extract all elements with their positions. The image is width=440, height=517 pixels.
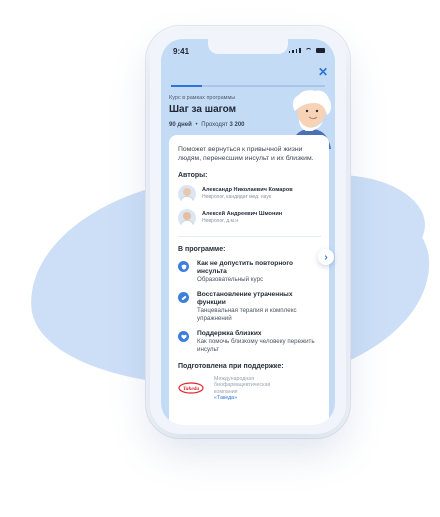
signal-bar <box>295 49 298 53</box>
program-item-title: Как не допустить повторного инсульта <box>197 260 294 275</box>
course-subtitle: Курс в рамках программы <box>169 95 236 101</box>
sponsor-text-wrap: Международная биофармацевтическая компан… <box>214 376 272 402</box>
author-role: Невролог, д.м.н <box>202 218 239 224</box>
program-item-text: Как не допустить повторного инсульта Обр… <box>197 260 321 284</box>
next-arrow-button[interactable]: › <box>318 249 334 265</box>
sponsor-block: Takeda Международная биофармацевтическая… <box>178 376 321 402</box>
author-text: Алексей Андреевич Шмонин Невролог, д.м.н <box>202 211 282 225</box>
course-title: Шаг за шагом <box>169 104 237 115</box>
program-item[interactable]: Поддержка близких Как помочь близкому че… <box>178 330 321 354</box>
signal-icon <box>288 51 291 53</box>
takeda-logo: Takeda <box>178 382 204 394</box>
program-item-subtitle: Танцевальная терапия и комплекс упражнен… <box>197 307 297 322</box>
program-item-text: Восстановление утраченных функции Танцев… <box>197 291 321 323</box>
bandage-icon <box>178 292 189 303</box>
program-item-text: Поддержка близких Как помочь близкому че… <box>197 330 321 354</box>
author-item[interactable]: Александр Николаевич Комаров Невролог, к… <box>178 185 321 203</box>
sponsor-text: Международная биофармацевтическая компан… <box>214 376 271 395</box>
shield-icon <box>178 261 189 272</box>
course-meta: 90 дней • Проходят 3 200 <box>169 122 279 128</box>
passing-count: 3 200 <box>229 122 245 128</box>
divider <box>178 236 321 237</box>
program-item-title: Восстановление утраченных функции <box>197 291 293 306</box>
program-item-title: Поддержка близких <box>197 330 262 337</box>
passing-label: Проходят <box>201 122 228 128</box>
course-progress-fill <box>171 85 202 87</box>
wifi-icon <box>305 48 312 53</box>
signal-bar <box>299 48 301 53</box>
program-item-subtitle: Как помочь близкому человеку пережить ин… <box>197 338 315 353</box>
avatar <box>178 185 196 203</box>
program-item[interactable]: Как не допустить повторного инсульта Обр… <box>178 260 321 284</box>
course-duration: 90 дней <box>169 122 192 128</box>
status-icons <box>288 48 325 53</box>
close-button[interactable]: ✕ <box>318 65 328 79</box>
app-screen: 9:41 ✕ Курс в рамках программы Шаг за ша… <box>161 39 335 425</box>
phone-notch <box>208 39 288 54</box>
author-role: Невролог, кандидат мед. наук <box>202 194 272 200</box>
avatar <box>178 209 196 227</box>
author-name: Алексей Андреевич Шмонин <box>202 211 283 217</box>
author-name: Александр Николаевич Комаров <box>202 187 293 193</box>
svg-text:Takeda: Takeda <box>183 386 200 392</box>
heart-icon <box>178 331 189 342</box>
course-description: Поможет вернуться к привычной жизни людя… <box>178 146 314 162</box>
meta-bullet: • <box>195 122 198 128</box>
program-heading: В программе: <box>178 246 226 253</box>
course-progress-bar <box>171 85 325 87</box>
sponsor-link[interactable]: «Такеда» <box>214 395 272 401</box>
course-header: Курс в рамках программы Шаг за шагом 90 … <box>169 95 279 128</box>
program-item-subtitle: Образовательный курс <box>197 276 264 283</box>
phone-frame: 9:41 ✕ Курс в рамках программы Шаг за ша… <box>150 30 346 434</box>
program-item[interactable]: Восстановление утраченных функции Танцев… <box>178 291 321 323</box>
support-heading: Подготовлена при поддержке: <box>178 363 284 370</box>
authors-heading: Авторы: <box>178 172 208 179</box>
battery-icon <box>316 48 325 53</box>
status-time: 9:41 <box>173 47 190 56</box>
author-text: Александр Николаевич Комаров Невролог, к… <box>202 187 293 201</box>
signal-bar <box>292 50 294 53</box>
author-item[interactable]: Алексей Андреевич Шмонин Невролог, д.м.н <box>178 209 321 227</box>
course-card: Поможет вернуться к привычной жизни людя… <box>169 135 329 425</box>
